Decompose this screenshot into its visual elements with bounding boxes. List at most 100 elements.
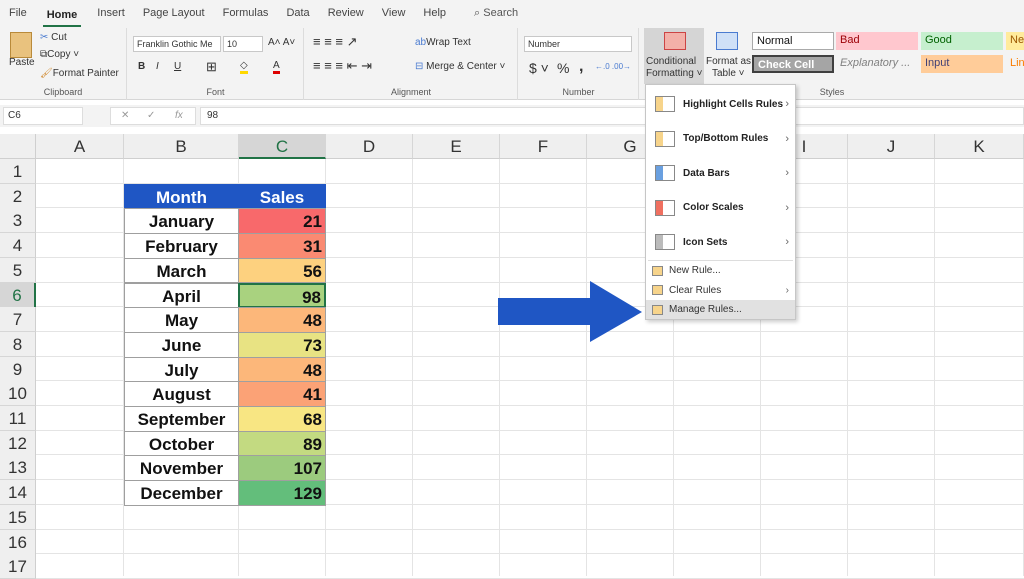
- style-neutral[interactable]: Ne: [1006, 32, 1024, 50]
- tab-formulas[interactable]: Formulas: [214, 0, 278, 28]
- month-cell[interactable]: June: [124, 331, 239, 358]
- column-header-c[interactable]: C: [239, 134, 326, 159]
- enter-icon[interactable]: ✓: [147, 110, 155, 121]
- tab-page-layout[interactable]: Page Layout: [134, 0, 214, 28]
- sales-cell[interactable]: 21: [238, 208, 326, 235]
- header-month[interactable]: Month: [124, 183, 239, 210]
- sales-cell[interactable]: 68: [238, 406, 326, 432]
- month-cell[interactable]: August: [124, 381, 239, 407]
- style-check-cell[interactable]: Check Cell: [752, 55, 834, 73]
- sales-cell[interactable]: 48: [238, 356, 326, 383]
- fx-icon[interactable]: fx: [175, 110, 183, 121]
- paste-button[interactable]: Paste: [9, 57, 35, 68]
- vertical-align-icons[interactable]: ≡ ≡ ≡ ↗: [313, 34, 357, 50]
- row-header-7[interactable]: 7: [0, 307, 36, 333]
- sales-cell[interactable]: 48: [238, 307, 326, 333]
- row-header-17[interactable]: 17: [0, 554, 36, 579]
- menu-item-highlight-cells-rules[interactable]: Highlight Cells Rules ›: [646, 87, 795, 121]
- style-explanatory[interactable]: Explanatory ...: [836, 55, 918, 73]
- month-cell[interactable]: January: [124, 208, 239, 235]
- italic-button[interactable]: I: [156, 61, 159, 72]
- font-name-select[interactable]: Franklin Gothic Me: [133, 36, 221, 52]
- style-bad[interactable]: Bad: [836, 32, 918, 50]
- column-header-a[interactable]: A: [36, 134, 124, 159]
- menu-item-color-scales[interactable]: Color Scales ›: [646, 191, 795, 225]
- row-header-6[interactable]: 6: [0, 282, 36, 308]
- sales-cell[interactable]: 31: [238, 233, 326, 259]
- cut-button[interactable]: ✂ Cut: [40, 32, 67, 43]
- sales-cell[interactable]: 107: [238, 455, 326, 482]
- row-header-14[interactable]: 14: [0, 480, 36, 506]
- format-as-table-button[interactable]: Format as Table ˅: [706, 28, 751, 84]
- borders-icon[interactable]: ⊞: [206, 59, 217, 75]
- tab-review[interactable]: Review: [319, 0, 373, 28]
- name-box[interactable]: C6: [3, 107, 83, 125]
- month-cell[interactable]: July: [124, 356, 239, 383]
- decimal-icons[interactable]: ←.0 .00→: [595, 62, 631, 71]
- sales-cell[interactable]: 98: [238, 282, 326, 309]
- search-box[interactable]: ⌕ Search: [465, 0, 527, 28]
- bold-button[interactable]: B: [138, 61, 145, 72]
- row-header-5[interactable]: 5: [0, 257, 36, 283]
- row-header-12[interactable]: 12: [0, 430, 36, 456]
- formula-input[interactable]: 98: [200, 107, 1024, 125]
- column-header-k[interactable]: K: [935, 134, 1024, 159]
- wrap-text-button[interactable]: abWrap Text: [415, 37, 471, 48]
- month-cell[interactable]: December: [124, 480, 239, 506]
- format-painter-button[interactable]: 🖌Format Painter: [40, 68, 119, 79]
- column-header-d[interactable]: D: [326, 134, 413, 159]
- conditional-formatting-button[interactable]: Conditional Formatting ˅: [644, 28, 704, 84]
- row-header-9[interactable]: 9: [0, 356, 36, 382]
- month-cell[interactable]: April: [124, 282, 239, 309]
- horizontal-align-icons[interactable]: ≡ ≡ ≡ ⇤ ⇥: [313, 58, 372, 74]
- currency-button[interactable]: $ ˅: [529, 60, 549, 76]
- month-cell[interactable]: February: [124, 233, 239, 259]
- month-cell[interactable]: March: [124, 257, 239, 284]
- sales-cell[interactable]: 56: [238, 257, 326, 284]
- comma-button[interactable]: ,: [579, 58, 583, 76]
- row-header-16[interactable]: 16: [0, 529, 36, 555]
- row-header-4[interactable]: 4: [0, 233, 36, 259]
- month-cell[interactable]: May: [124, 307, 239, 333]
- sales-cell[interactable]: 41: [238, 381, 326, 407]
- spreadsheet-grid[interactable]: ABCDEFGHIJK1234567891011121314151617Mont…: [0, 134, 1024, 579]
- row-header-10[interactable]: 10: [0, 381, 36, 407]
- menu-item-icon-sets[interactable]: Icon Sets ›: [646, 225, 795, 259]
- menu-item-clear-rules[interactable]: Clear Rules ›: [646, 281, 795, 300]
- copy-button[interactable]: ⧉Copy ˅: [40, 49, 79, 60]
- row-header-8[interactable]: 8: [0, 331, 36, 357]
- month-cell[interactable]: September: [124, 406, 239, 432]
- tab-file[interactable]: File: [0, 0, 36, 28]
- tab-help[interactable]: Help: [414, 0, 455, 28]
- sales-cell[interactable]: 129: [238, 480, 326, 506]
- grow-font-icon[interactable]: A˄ A˅: [268, 37, 295, 48]
- paste-icon[interactable]: [10, 32, 32, 58]
- header-sales[interactable]: Sales: [238, 183, 326, 210]
- column-header-b[interactable]: B: [124, 134, 239, 159]
- select-all-button[interactable]: [0, 134, 36, 159]
- column-header-j[interactable]: J: [848, 134, 935, 159]
- row-header-1[interactable]: 1: [0, 159, 36, 184]
- menu-item-new-rule[interactable]: New Rule...: [646, 261, 795, 280]
- underline-button[interactable]: U: [174, 61, 181, 72]
- month-cell[interactable]: November: [124, 455, 239, 482]
- tab-view[interactable]: View: [373, 0, 415, 28]
- number-format-select[interactable]: Number: [524, 36, 632, 52]
- row-header-13[interactable]: 13: [0, 455, 36, 481]
- font-color-icon[interactable]: A: [273, 60, 280, 74]
- font-size-select[interactable]: 10: [223, 36, 263, 52]
- menu-item-manage-rules[interactable]: Manage Rules...: [646, 300, 795, 319]
- percent-button[interactable]: %: [557, 60, 569, 76]
- tab-data[interactable]: Data: [277, 0, 318, 28]
- sales-cell[interactable]: 73: [238, 331, 326, 358]
- month-cell[interactable]: October: [124, 430, 239, 457]
- menu-item-top-bottom-rules[interactable]: Top/Bottom Rules ›: [646, 122, 795, 156]
- tab-insert[interactable]: Insert: [88, 0, 134, 28]
- column-header-f[interactable]: F: [500, 134, 587, 159]
- cancel-icon[interactable]: ✕: [121, 110, 129, 121]
- row-header-3[interactable]: 3: [0, 208, 36, 234]
- tab-home[interactable]: Home: [42, 5, 82, 27]
- style-input[interactable]: Input: [921, 55, 1003, 73]
- style-good[interactable]: Good: [921, 32, 1003, 50]
- style-linked[interactable]: Lin: [1006, 55, 1024, 73]
